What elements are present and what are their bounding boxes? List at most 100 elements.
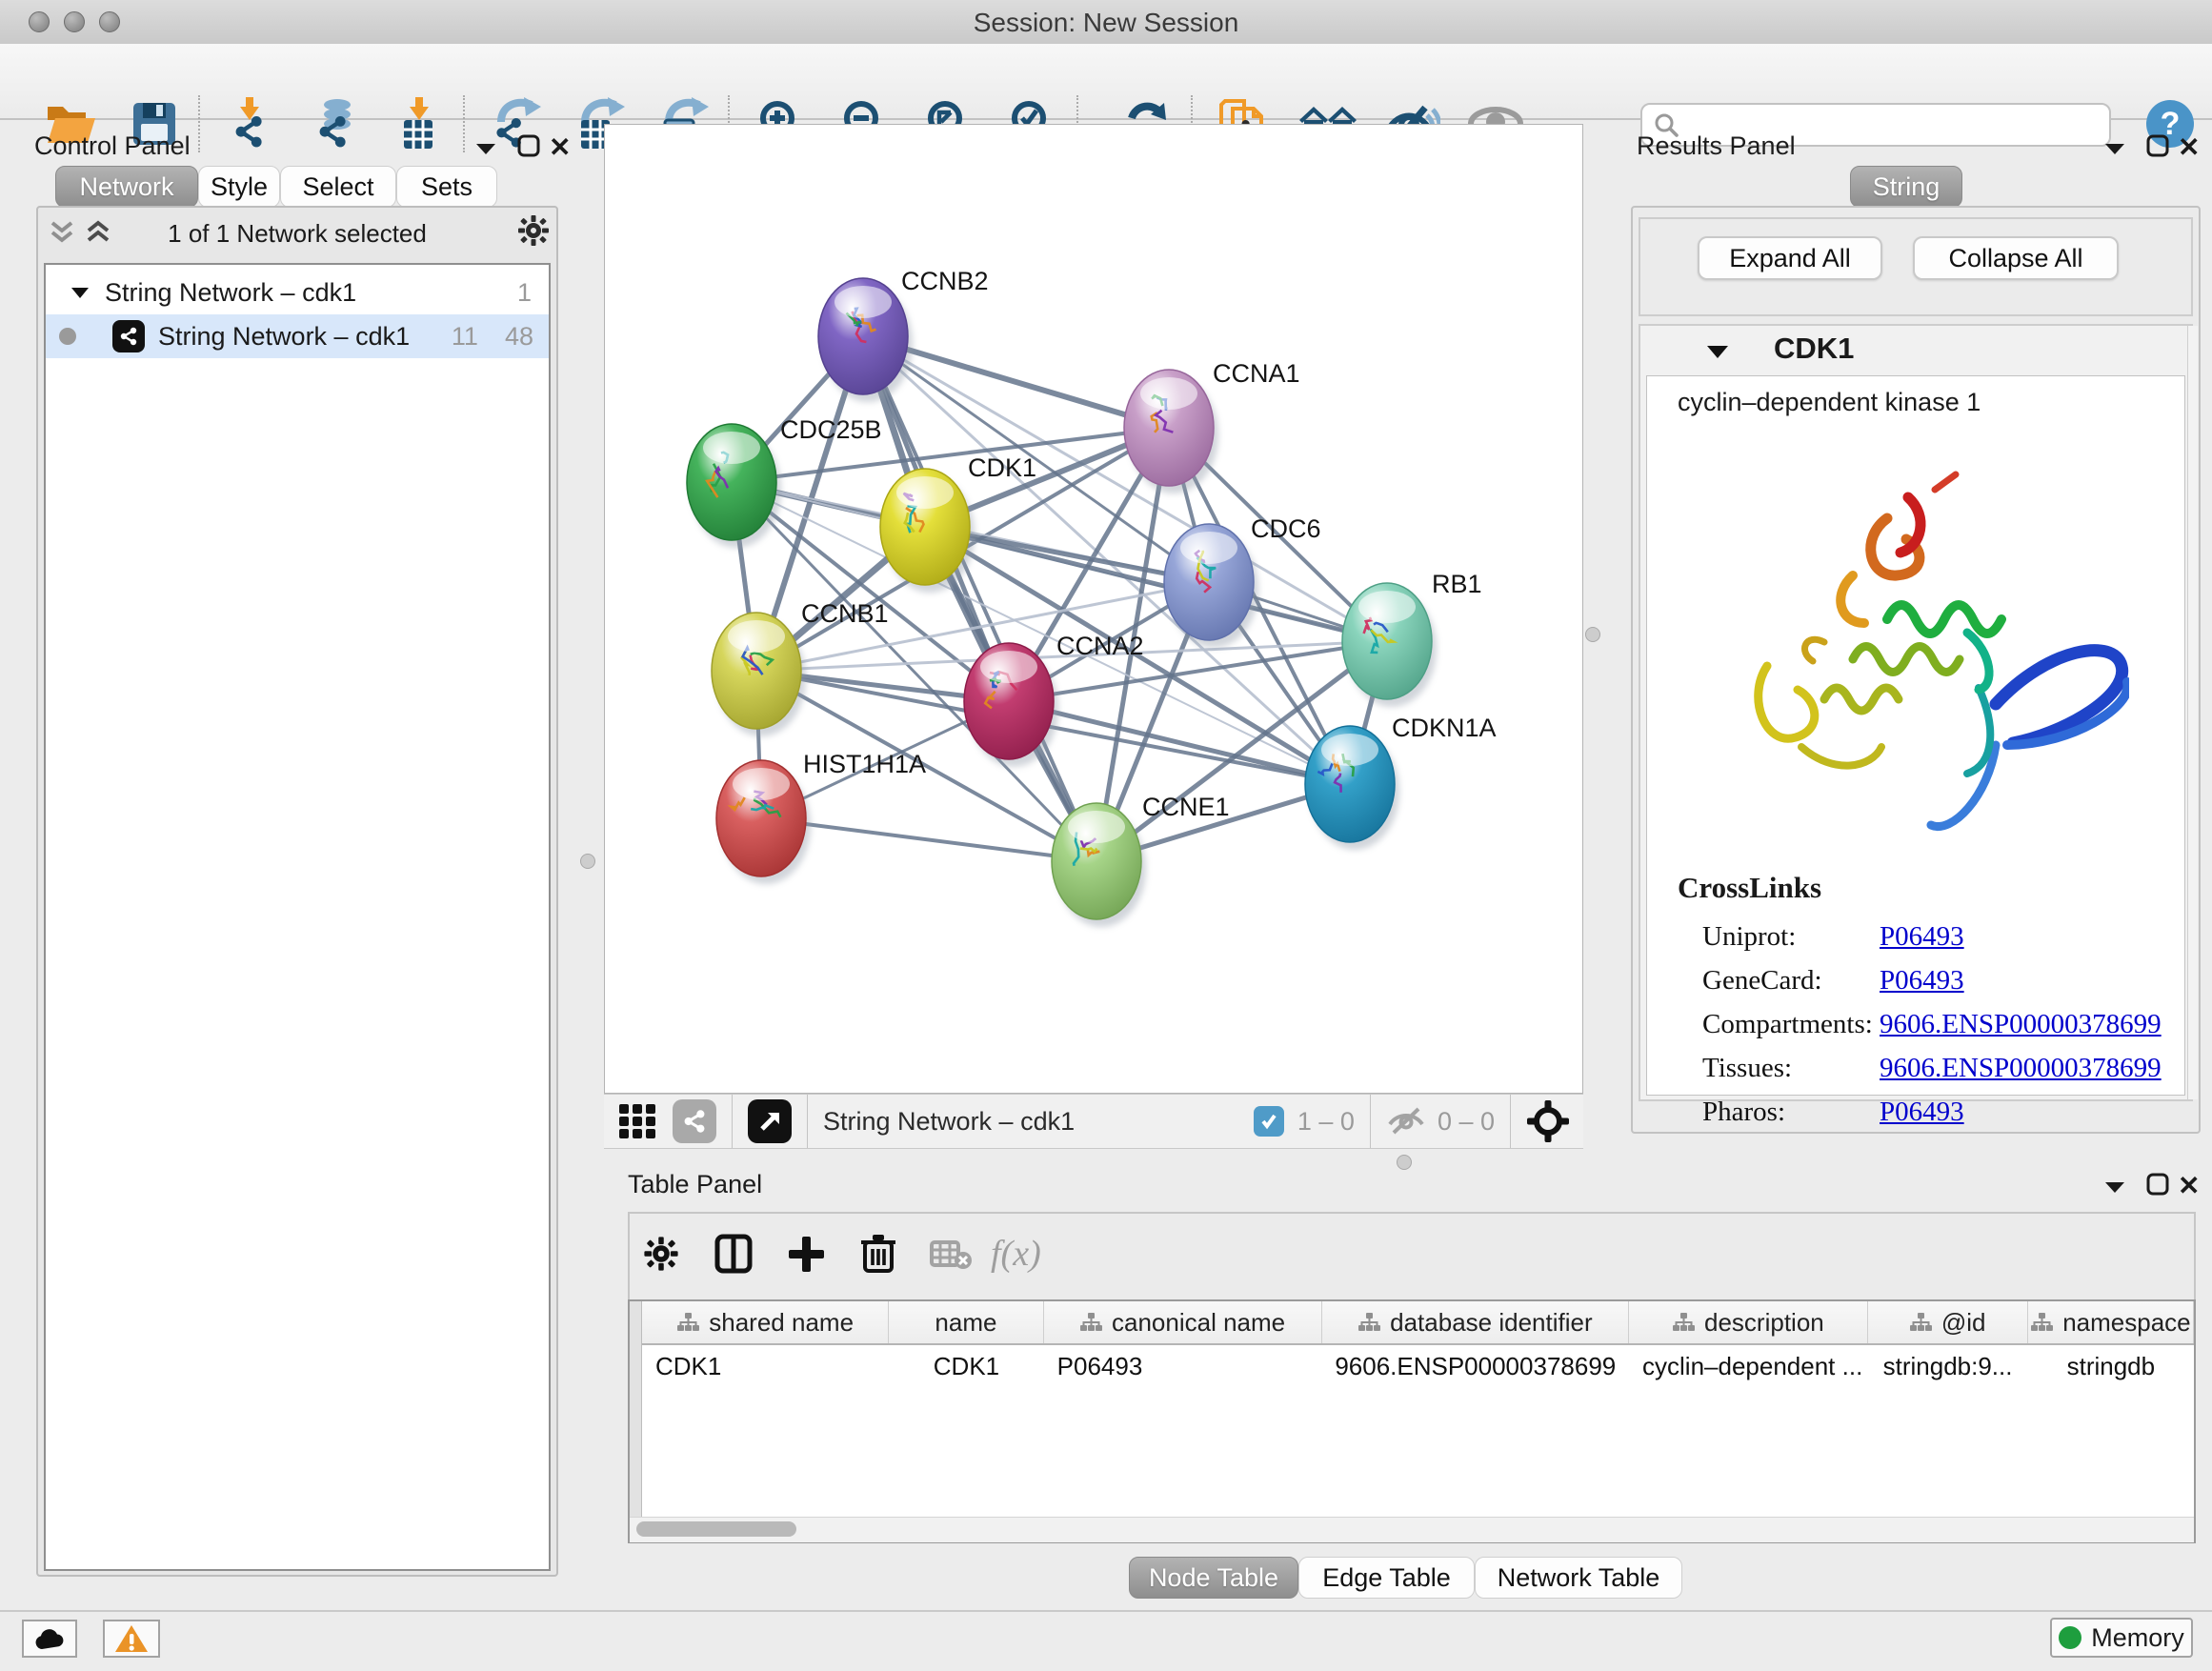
node-RB1[interactable]: RB1 (1342, 570, 1482, 707)
warning-status-button[interactable] (103, 1620, 160, 1658)
function-builder-icon: f(x) (991, 1233, 1041, 1275)
node-CDKN1A[interactable]: CDKN1A (1305, 714, 1497, 850)
memory-status-dot (2059, 1626, 2081, 1649)
cloud-status-button[interactable] (22, 1620, 77, 1658)
node-CCNE1[interactable]: CCNE1 (1052, 793, 1230, 927)
collapse-panel-icon[interactable] (474, 141, 497, 156)
table-cell: 9606.ENSP00000378699 (1322, 1345, 1630, 1387)
right-splitter-handle[interactable] (1585, 627, 1600, 642)
node-label-CCNA1: CCNA1 (1213, 359, 1300, 388)
float-table-icon[interactable] (2145, 1172, 2170, 1197)
float-results-icon[interactable] (2145, 133, 2170, 158)
tab-edge-table[interactable]: Edge Table (1298, 1557, 1475, 1599)
column-header-@id[interactable]: @id (1868, 1301, 2028, 1343)
tab-sets[interactable]: Sets (396, 166, 497, 208)
node-label-CCNB1: CCNB1 (801, 599, 889, 628)
add-column-icon[interactable] (785, 1233, 827, 1275)
table-hscrollbar-thumb[interactable] (636, 1521, 796, 1537)
edge-count: 48 (505, 322, 533, 352)
tab-network-table[interactable]: Network Table (1475, 1557, 1682, 1599)
left-splitter-handle[interactable] (580, 854, 595, 869)
table-cell: cyclin–dependent ... (1629, 1345, 1867, 1387)
collapse-all-button[interactable]: Collapse All (1913, 236, 2119, 280)
crosslink-row: Uniprot:P06493 (1702, 915, 2184, 958)
crosslink-label: Compartments: (1702, 1009, 1880, 1040)
delete-column-trash-icon[interactable] (857, 1231, 899, 1275)
fit-selected-crosshair-icon[interactable] (1526, 1099, 1570, 1143)
node-label-CDK1: CDK1 (968, 453, 1036, 482)
column-header-shared-name[interactable]: shared name (642, 1301, 889, 1343)
crosslink-label: Uniprot: (1702, 921, 1880, 953)
crosslink-link[interactable]: P06493 (1880, 1097, 1964, 1128)
crosslink-label: Pharos: (1702, 1097, 1880, 1128)
view-grid-icon[interactable] (617, 1100, 659, 1142)
show-columns-icon[interactable] (713, 1233, 754, 1275)
table-cell: P06493 (1044, 1345, 1322, 1387)
crosslink-link[interactable]: P06493 (1880, 921, 1964, 953)
column-header-namespace[interactable]: namespace (2028, 1301, 2194, 1343)
collapse-table-icon[interactable] (2103, 1179, 2126, 1195)
tab-string[interactable]: String (1850, 166, 1962, 208)
node-CDC25B[interactable]: CDC25B (687, 415, 882, 548)
network-view-title: String Network – cdk1 (823, 1107, 1075, 1137)
node-CDK1[interactable]: CDK1 (880, 453, 1036, 593)
network-options-gear-icon[interactable] (514, 211, 553, 250)
warning-icon (114, 1623, 149, 1654)
network-view[interactable]: CCNB2 CCNA1 CDC25B CDK1 CDC6 (604, 124, 1583, 1094)
crosslink-link[interactable]: P06493 (1880, 965, 1964, 997)
tree-expander-icon[interactable] (70, 286, 90, 299)
close-table-icon[interactable]: ✕ (2178, 1170, 2200, 1201)
table-gear-icon[interactable] (640, 1233, 682, 1275)
column-header-canonical-name[interactable]: canonical name (1044, 1301, 1322, 1343)
close-results-icon[interactable]: ✕ (2178, 131, 2200, 163)
selected-nodes-checkbox[interactable] (1254, 1106, 1284, 1137)
node-HIST1H1A[interactable]: HIST1H1A (716, 750, 926, 884)
crosslink-row: Tissues:9606.ENSP00000378699 (1702, 1046, 2184, 1090)
gene-expander-icon[interactable] (1705, 343, 1730, 360)
node-CDC6[interactable]: CDC6 (1164, 514, 1321, 648)
gene-description: cyclin–dependent kinase 1 (1678, 388, 2184, 417)
crosslinks-list: Uniprot:P06493GeneCard:P06493Compartment… (1702, 915, 2184, 1134)
table-panel-title: Table Panel (628, 1170, 762, 1199)
collapse-all-networks-icon[interactable] (48, 217, 76, 246)
network-collection-label: String Network – cdk1 (105, 278, 356, 308)
crosslink-link[interactable]: 9606.ENSP00000378699 (1880, 1009, 2162, 1040)
node-CCNA1[interactable]: CCNA1 (1124, 359, 1300, 493)
close-panel-icon[interactable]: ✕ (549, 131, 571, 163)
gene-name: CDK1 (1774, 332, 1854, 366)
node-CCNB2[interactable]: CCNB2 (818, 267, 989, 402)
hidden-eye-icon (1386, 1105, 1426, 1137)
table-hscrollbar-track[interactable] (630, 1517, 2194, 1542)
node-table[interactable]: shared namenamecanonical namedatabase id… (628, 1299, 2196, 1543)
float-panel-icon[interactable] (516, 133, 541, 158)
tab-select[interactable]: Select (280, 166, 396, 208)
network-tree-root-row[interactable]: String Network – cdk1 1 (46, 271, 549, 314)
memory-button[interactable]: Memory (2050, 1618, 2193, 1658)
protein-structure-image (1710, 461, 2184, 842)
node-CCNB1[interactable]: CCNB1 (712, 599, 889, 736)
expand-all-networks-icon[interactable] (84, 217, 112, 246)
table-cell: stringdb:9... (1867, 1345, 2027, 1387)
expand-all-button[interactable]: Expand All (1698, 236, 1882, 280)
collection-count: 1 (517, 278, 532, 308)
network-label: String Network – cdk1 (158, 322, 410, 352)
column-header-description[interactable]: description (1629, 1301, 1867, 1343)
control-panel-title: Control Panel (34, 131, 191, 161)
column-header-database-identifier[interactable]: database identifier (1322, 1301, 1630, 1343)
results-scrollbar[interactable] (2187, 326, 2198, 1099)
node-label-CCNA2: CCNA2 (1056, 632, 1144, 660)
crosslink-link[interactable]: 9606.ENSP00000378699 (1880, 1053, 2162, 1084)
crosslinks-title: CrossLinks (1678, 871, 2184, 905)
column-header-name[interactable]: name (889, 1301, 1043, 1343)
crosslink-label: GeneCard: (1702, 965, 1880, 997)
tab-style[interactable]: Style (198, 166, 280, 208)
collapse-results-icon[interactable] (2103, 141, 2126, 156)
node-label-HIST1H1A: HIST1H1A (803, 750, 926, 778)
tab-node-table[interactable]: Node Table (1129, 1557, 1298, 1599)
tab-network[interactable]: Network (55, 166, 198, 208)
open-in-window-icon[interactable] (748, 1099, 792, 1143)
table-cell: stringdb (2028, 1345, 2194, 1387)
table-row[interactable]: CDK1CDK1P064939606.ENSP00000378699cyclin… (642, 1345, 2194, 1387)
string-view-icon[interactable] (673, 1099, 716, 1143)
network-tree-row-selected[interactable]: String Network – cdk1 11 48 (46, 314, 549, 358)
